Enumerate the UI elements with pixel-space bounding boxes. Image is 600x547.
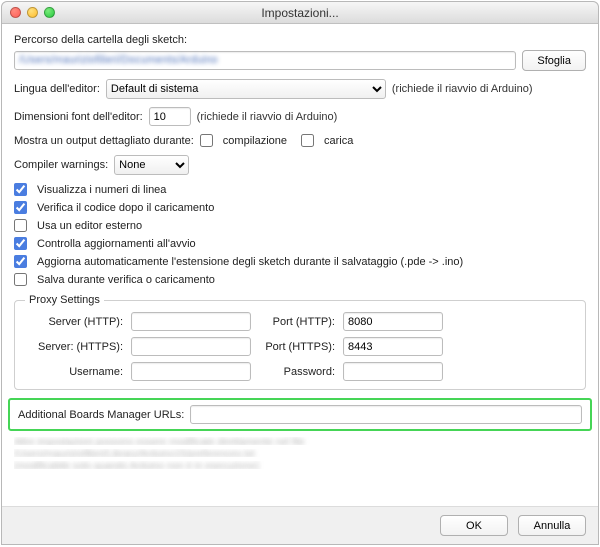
proxy-settings-group: Proxy Settings Server (HTTP): Port (HTTP…	[14, 294, 586, 390]
proxy-https-port-label: Port (HTTPS):	[257, 341, 337, 353]
ok-button[interactable]: OK	[440, 515, 508, 536]
verbose-upload-label: carica	[324, 135, 353, 147]
proxy-http-port-field[interactable]	[343, 312, 443, 331]
warnings-select[interactable]: None	[114, 155, 189, 175]
proxy-http-server-field[interactable]	[131, 312, 251, 331]
warnings-label: Compiler warnings:	[14, 159, 108, 171]
boards-urls-label: Additional Boards Manager URLs:	[18, 409, 184, 421]
proxy-password-field[interactable]	[343, 362, 443, 381]
updates-checkbox[interactable]	[14, 237, 27, 250]
window-title: Impostazioni...	[2, 6, 598, 20]
linenumbers-label: Visualizza i numeri di linea	[37, 184, 166, 196]
proxy-https-server-field[interactable]	[131, 337, 251, 356]
browse-button[interactable]: Sfoglia	[522, 50, 586, 71]
content-area: Percorso della cartella degli sketch: /U…	[2, 24, 598, 506]
saveverify-checkbox[interactable]	[14, 273, 27, 286]
language-hint: (richiede il riavvio di Arduino)	[392, 83, 533, 95]
verbose-label: Mostra un output dettagliato durante:	[14, 135, 194, 147]
proxy-https-server-label: Server: (HTTPS):	[25, 341, 125, 353]
verify-checkbox[interactable]	[14, 201, 27, 214]
language-label: Lingua dell'editor:	[14, 83, 100, 95]
proxy-password-label: Password:	[257, 366, 337, 378]
prefs-file-note: Altre impostazioni possono essere modifi…	[14, 437, 586, 469]
titlebar: Impostazioni...	[2, 2, 598, 24]
proxy-http-port-label: Port (HTTP):	[257, 316, 337, 328]
proxy-http-server-label: Server (HTTP):	[25, 316, 125, 328]
footer: OK Annulla	[2, 506, 598, 544]
verify-label: Verifica il codice dopo il caricamento	[37, 202, 214, 214]
external-label: Usa un editor esterno	[37, 220, 142, 232]
sketchbook-path-field[interactable]: /Users/mauriziofilieri/Documents/Arduino	[14, 51, 516, 70]
fontsize-field[interactable]	[149, 107, 191, 126]
verbose-upload-checkbox[interactable]	[301, 134, 314, 147]
cancel-button[interactable]: Annulla	[518, 515, 586, 536]
fontsize-hint: (richiede il riavvio di Arduino)	[197, 111, 338, 123]
boards-urls-highlight: Additional Boards Manager URLs:	[8, 398, 592, 431]
proxy-username-field[interactable]	[131, 362, 251, 381]
updates-label: Controlla aggiornamenti all'avvio	[37, 238, 196, 250]
proxy-username-label: Username:	[25, 366, 125, 378]
language-select[interactable]: Default di sistema	[106, 79, 386, 99]
proxy-legend: Proxy Settings	[25, 294, 104, 306]
preferences-window: Impostazioni... Percorso della cartella …	[1, 1, 599, 545]
autoext-label: Aggiorna automaticamente l'estensione de…	[37, 256, 463, 268]
boards-urls-field[interactable]	[190, 405, 582, 424]
linenumbers-checkbox[interactable]	[14, 183, 27, 196]
external-checkbox[interactable]	[14, 219, 27, 232]
fontsize-label: Dimensioni font dell'editor:	[14, 111, 143, 123]
verbose-compile-checkbox[interactable]	[200, 134, 213, 147]
saveverify-label: Salva durante verifica o caricamento	[37, 274, 215, 286]
sketchbook-label: Percorso della cartella degli sketch:	[14, 34, 586, 46]
proxy-https-port-field[interactable]	[343, 337, 443, 356]
verbose-compile-label: compilazione	[223, 135, 287, 147]
autoext-checkbox[interactable]	[14, 255, 27, 268]
